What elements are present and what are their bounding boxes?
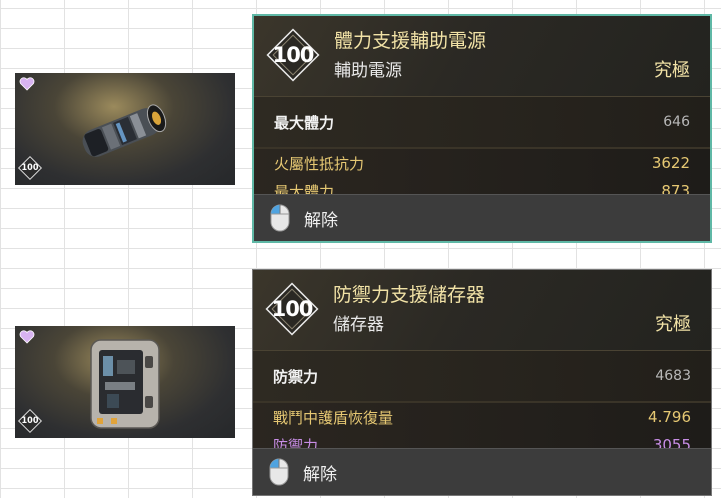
item-thumbnail-1[interactable]: 100 <box>15 73 235 185</box>
heart-icon <box>19 77 35 91</box>
item-level: 100 <box>272 43 315 67</box>
item-tooltip-card: 100 防禦力支援儲存器 儲存器 究極 防禦力 4683 戰鬥中護盾恢復量 4.… <box>252 269 712 496</box>
item-header: 100 體力支援輔助電源 輔助電源 究極 <box>254 16 710 97</box>
unequip-action[interactable]: 解除 <box>253 448 711 495</box>
item-thumbnail-2[interactable]: 100 <box>15 326 235 438</box>
thumbnail-level: 100 <box>21 416 39 426</box>
sub-stat-value: 3622 <box>651 154 690 172</box>
unequip-label: 解除 <box>304 210 338 231</box>
battery-cell-icon <box>82 104 167 157</box>
main-stat-value: 4683 <box>655 368 691 384</box>
main-stat-label: 防禦力 <box>273 367 319 386</box>
main-stat-row: 最大體力 646 <box>254 97 710 148</box>
main-stat-row: 防禦力 4683 <box>253 351 711 402</box>
main-stat-value: 646 <box>663 114 690 130</box>
item-name: 防禦力支援儲存器 <box>333 284 486 306</box>
item-type: 儲存器 <box>333 315 384 335</box>
main-stat-label: 最大體力 <box>274 113 335 132</box>
mouse-left-click-icon <box>270 204 290 232</box>
item-tooltip-card: 100 體力支援輔助電源 輔助電源 究極 最大體力 646 火屬性抵抗力 362… <box>252 14 712 243</box>
item-header: 100 防禦力支援儲存器 儲存器 究極 <box>253 270 711 351</box>
mouse-left-click-icon <box>269 458 289 486</box>
item-level: 100 <box>271 297 314 321</box>
item-rarity: 究極 <box>654 60 690 81</box>
item-rarity: 究極 <box>655 314 691 335</box>
item-name: 體力支援輔助電源 <box>334 30 487 52</box>
sub-stat-row: 火屬性抵抗力 3622 <box>254 148 710 177</box>
sub-stat-value: 4.796 <box>648 408 691 426</box>
sub-stat-row: 戰鬥中護盾恢復量 4.796 <box>253 402 711 431</box>
unequip-label: 解除 <box>303 464 337 485</box>
unequip-action[interactable]: 解除 <box>254 194 710 241</box>
sub-stat-label: 火屬性抵抗力 <box>274 154 365 173</box>
storage-module-icon <box>90 339 160 429</box>
heart-icon <box>19 330 35 344</box>
item-type: 輔助電源 <box>334 61 402 81</box>
sub-stat-label: 戰鬥中護盾恢復量 <box>273 408 394 427</box>
thumbnail-level: 100 <box>21 163 39 173</box>
